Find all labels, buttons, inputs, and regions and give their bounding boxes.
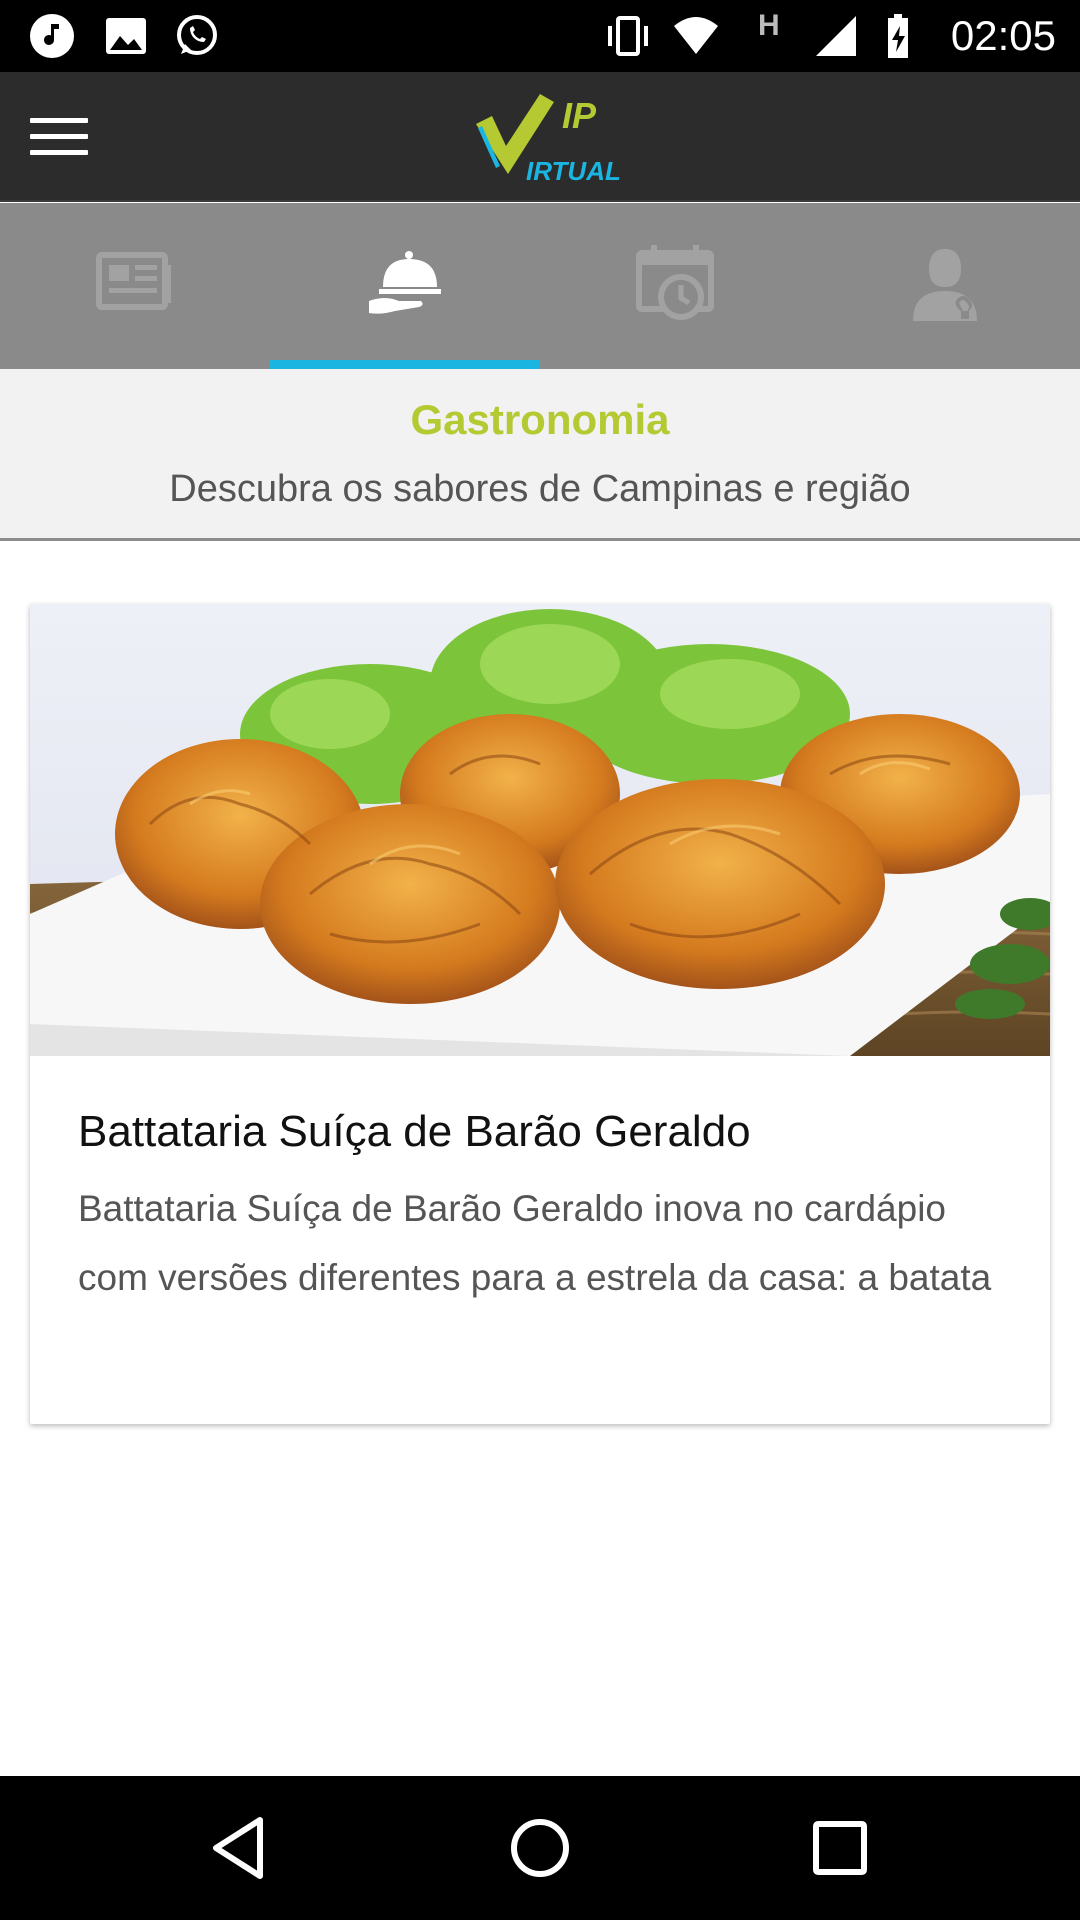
recents-button[interactable] [800, 1808, 880, 1888]
whatsapp-icon [177, 15, 217, 55]
battery-charging-icon [888, 14, 908, 58]
clock: 02:05 [950, 12, 1056, 59]
menu-icon-line [30, 134, 88, 139]
image-icon [106, 18, 146, 54]
tab-indicator [270, 360, 540, 369]
logo-text-bottom: IRTUAL [526, 156, 621, 186]
tab-profile[interactable] [810, 203, 1080, 369]
newspaper-icon [96, 252, 171, 310]
menu-icon-line [30, 118, 88, 123]
status-bar: H 02:05 [0, 0, 1080, 72]
card-title[interactable]: Battataria Suíça de Barão Geraldo [78, 1104, 1018, 1160]
back-button[interactable] [200, 1808, 280, 1888]
music-note-icon [30, 14, 74, 58]
calendar-clock-icon [636, 245, 714, 320]
app-logo[interactable]: IP IRTUAL [470, 88, 630, 188]
screen: H 02:05 IP IRTUAL Gastronomia Descubra o… [0, 0, 1080, 1920]
card-description: Battataria Suíça de Barão Geraldo inova … [78, 1188, 992, 1298]
logo-text-top: IP [562, 95, 597, 136]
section-title: Gastronomia [410, 396, 670, 443]
section-header: Gastronomia Descubra os sabores de Campi… [0, 369, 1080, 541]
section-subtitle: Descubra os sabores de Campinas e região [169, 468, 911, 510]
vibrate-icon [608, 16, 648, 56]
app-bar: IP IRTUAL [0, 72, 1080, 202]
fried-potato-dumplings-photo [30, 604, 1050, 1056]
system-nav-bar [0, 1776, 1080, 1920]
tab-bar [0, 203, 1080, 369]
home-icon [511, 1819, 569, 1877]
person-icon [913, 249, 977, 321]
menu-button[interactable] [22, 108, 94, 166]
tab-news[interactable] [0, 203, 270, 369]
wifi-icon [674, 17, 718, 54]
article-card[interactable]: Battataria Suíça de Barão Geraldo Battat… [30, 604, 1050, 1424]
home-button[interactable] [500, 1808, 580, 1888]
tab-gastronomia[interactable] [270, 203, 540, 369]
h-network-icon: H [758, 9, 780, 42]
tab-agenda[interactable] [540, 203, 810, 369]
menu-icon-line [30, 150, 88, 155]
recents-icon [813, 1821, 867, 1875]
signal-icon [816, 16, 856, 56]
back-icon [213, 1817, 263, 1879]
food-cloche-icon [369, 251, 441, 314]
card-image [30, 604, 1050, 1056]
